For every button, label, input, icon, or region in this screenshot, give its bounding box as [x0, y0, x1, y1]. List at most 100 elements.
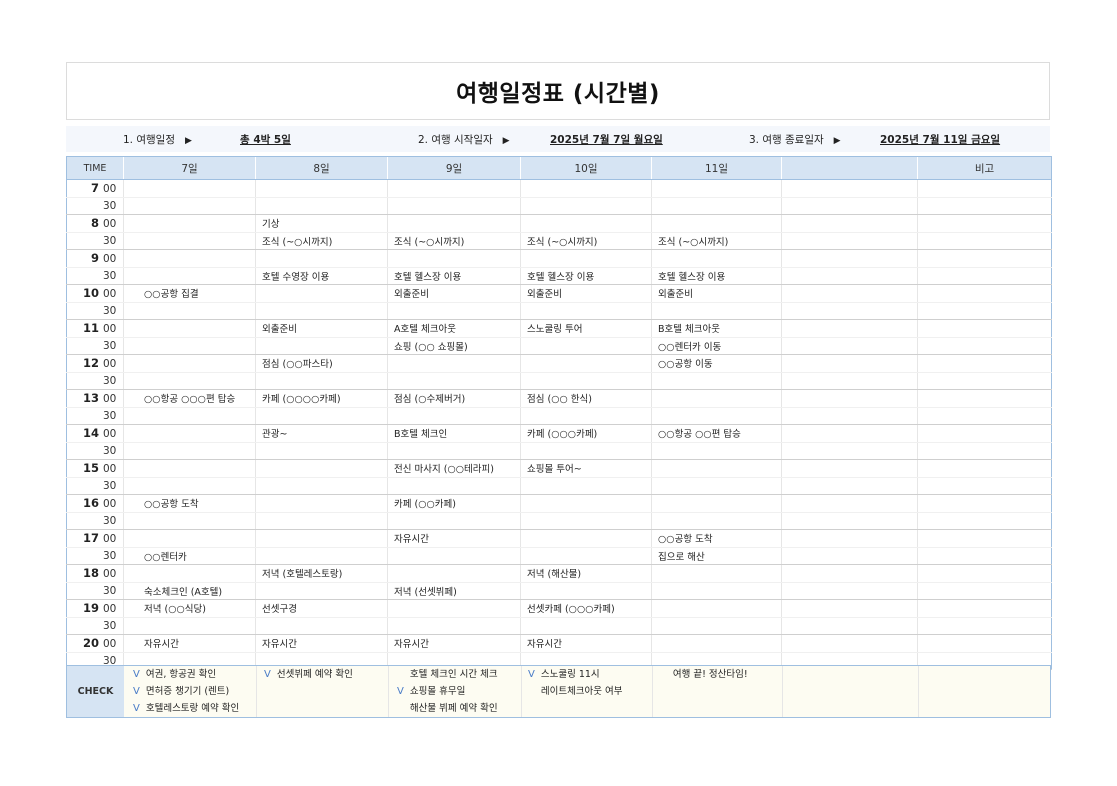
- extra-cell[interactable]: [781, 564, 918, 583]
- note-cell[interactable]: [917, 529, 1052, 548]
- schedule-cell[interactable]: [387, 214, 521, 233]
- schedule-cell[interactable]: [123, 267, 256, 285]
- extra-cell[interactable]: [781, 617, 918, 635]
- schedule-cell[interactable]: [255, 547, 388, 565]
- schedule-cell[interactable]: [255, 179, 388, 198]
- schedule-cell[interactable]: [520, 477, 652, 495]
- note-cell[interactable]: [917, 319, 1052, 338]
- extra-cell[interactable]: [781, 354, 918, 373]
- schedule-cell[interactable]: [651, 389, 782, 408]
- schedule-cell[interactable]: [255, 372, 388, 390]
- extra-cell[interactable]: [781, 599, 918, 618]
- schedule-cell[interactable]: [255, 197, 388, 215]
- extra-cell[interactable]: [781, 529, 918, 548]
- schedule-cell[interactable]: [387, 354, 521, 373]
- schedule-cell[interactable]: A호텔 체크아웃: [387, 319, 521, 338]
- schedule-cell[interactable]: 집으로 해산: [651, 547, 782, 565]
- note-cell[interactable]: [917, 564, 1052, 583]
- check-item[interactable]: V호텔 체크인 시간 체크: [397, 666, 498, 680]
- extra-cell[interactable]: [781, 284, 918, 303]
- note-cell[interactable]: [917, 302, 1052, 320]
- note-cell[interactable]: [917, 634, 1052, 653]
- schedule-cell[interactable]: [651, 617, 782, 635]
- schedule-cell[interactable]: 카페 (○○카페): [387, 494, 521, 513]
- extra-cell[interactable]: [781, 249, 918, 268]
- schedule-cell[interactable]: [123, 249, 256, 268]
- schedule-cell[interactable]: 기상: [255, 214, 388, 233]
- schedule-cell[interactable]: [387, 564, 521, 583]
- schedule-cell[interactable]: 쇼핑몰 투어~: [520, 459, 652, 478]
- schedule-cell[interactable]: [387, 599, 521, 618]
- schedule-cell[interactable]: [387, 407, 521, 425]
- schedule-cell[interactable]: [255, 337, 388, 355]
- check-item[interactable]: V 쇼핑몰 휴무일: [397, 683, 465, 697]
- extra-cell[interactable]: [781, 179, 918, 198]
- schedule-cell[interactable]: ○○렌터카: [123, 547, 256, 565]
- schedule-cell[interactable]: 호텔 헬스장 이용: [520, 267, 652, 285]
- schedule-cell[interactable]: [520, 442, 652, 460]
- schedule-cell[interactable]: [651, 634, 782, 653]
- schedule-cell[interactable]: 스노쿨링 투어: [520, 319, 652, 338]
- schedule-cell[interactable]: [520, 197, 652, 215]
- note-cell[interactable]: [917, 547, 1052, 565]
- schedule-cell[interactable]: [123, 214, 256, 233]
- extra-cell[interactable]: [781, 459, 918, 478]
- extra-cell[interactable]: [781, 547, 918, 565]
- schedule-cell[interactable]: 외출준비: [387, 284, 521, 303]
- note-cell[interactable]: [917, 442, 1052, 460]
- schedule-cell[interactable]: 호텔 수영장 이용: [255, 267, 388, 285]
- extra-cell[interactable]: [781, 512, 918, 530]
- schedule-cell[interactable]: [387, 372, 521, 390]
- schedule-cell[interactable]: [387, 512, 521, 530]
- schedule-cell[interactable]: [387, 249, 521, 268]
- note-cell[interactable]: [917, 599, 1052, 618]
- schedule-cell[interactable]: 선셋카페 (○○○카페): [520, 599, 652, 618]
- extra-cell[interactable]: [781, 267, 918, 285]
- schedule-cell[interactable]: 자유시간: [387, 529, 521, 548]
- schedule-cell[interactable]: [123, 354, 256, 373]
- schedule-cell[interactable]: 저녁 (호텔레스토랑): [255, 564, 388, 583]
- schedule-cell[interactable]: [520, 582, 652, 600]
- schedule-cell[interactable]: [387, 302, 521, 320]
- note-cell[interactable]: [917, 494, 1052, 513]
- check-item[interactable]: V해산물 뷔페 예약 확인: [397, 700, 498, 714]
- note-cell[interactable]: [917, 424, 1052, 443]
- schedule-cell[interactable]: [255, 459, 388, 478]
- note-cell[interactable]: [917, 512, 1052, 530]
- extra-cell[interactable]: [781, 494, 918, 513]
- schedule-cell[interactable]: 호텔 헬스장 이용: [651, 267, 782, 285]
- schedule-cell[interactable]: [123, 337, 256, 355]
- schedule-cell[interactable]: [520, 302, 652, 320]
- check-item[interactable]: V 면허증 챙기기 (렌트): [133, 683, 229, 697]
- schedule-cell[interactable]: [651, 582, 782, 600]
- schedule-cell[interactable]: [255, 617, 388, 635]
- schedule-cell[interactable]: [520, 372, 652, 390]
- note-cell[interactable]: [917, 267, 1052, 285]
- schedule-cell[interactable]: [651, 442, 782, 460]
- schedule-cell[interactable]: [123, 459, 256, 478]
- note-cell[interactable]: [917, 372, 1052, 390]
- schedule-cell[interactable]: [520, 407, 652, 425]
- note-cell[interactable]: [917, 582, 1052, 600]
- schedule-cell[interactable]: 전신 마사지 (○○테라피): [387, 459, 521, 478]
- extra-cell[interactable]: [781, 634, 918, 653]
- schedule-cell[interactable]: ○○공항 도착: [651, 529, 782, 548]
- schedule-cell[interactable]: [651, 459, 782, 478]
- schedule-cell[interactable]: [255, 582, 388, 600]
- note-cell[interactable]: [917, 179, 1052, 198]
- schedule-cell[interactable]: [651, 372, 782, 390]
- schedule-cell[interactable]: [651, 214, 782, 233]
- extra-cell[interactable]: [781, 477, 918, 495]
- schedule-cell[interactable]: 저녁 (선셋뷔페): [387, 582, 521, 600]
- schedule-cell[interactable]: 쇼핑 (○○ 쇼핑몰): [387, 337, 521, 355]
- extra-cell[interactable]: [781, 197, 918, 215]
- schedule-cell[interactable]: 저녁 (해산물): [520, 564, 652, 583]
- note-cell[interactable]: [917, 214, 1052, 233]
- schedule-cell[interactable]: [387, 179, 521, 198]
- schedule-cell[interactable]: [651, 512, 782, 530]
- check-item[interactable]: V 여권, 항공권 확인: [133, 666, 216, 680]
- check-item[interactable]: V 호텔레스토랑 예약 확인: [133, 700, 239, 714]
- schedule-cell[interactable]: 자유시간: [123, 634, 256, 653]
- schedule-cell[interactable]: [651, 494, 782, 513]
- schedule-cell[interactable]: [255, 249, 388, 268]
